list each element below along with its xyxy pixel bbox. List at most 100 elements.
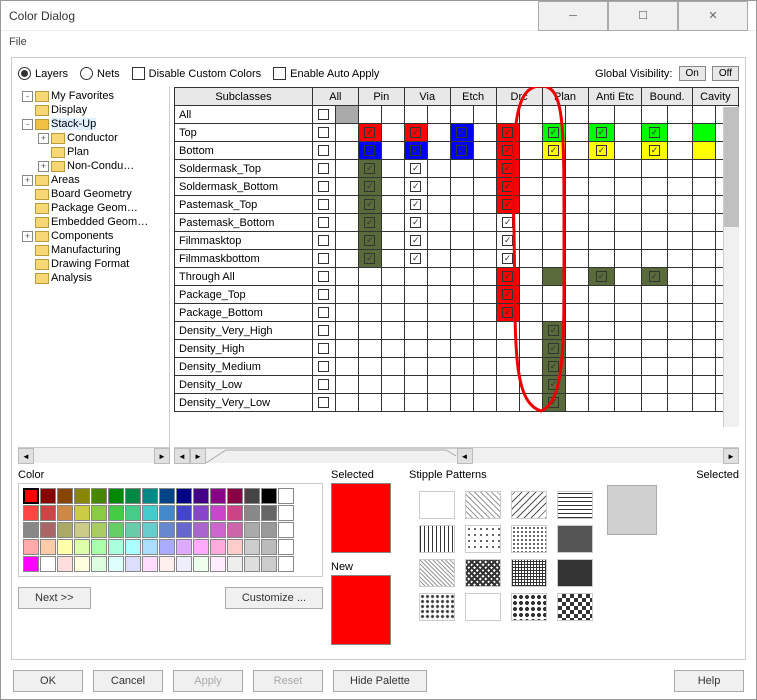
- visibility-checkbox[interactable]: [649, 271, 660, 282]
- grid-cell[interactable]: [692, 232, 715, 250]
- grid-cell[interactable]: [473, 394, 496, 412]
- grid-cell[interactable]: [473, 178, 496, 196]
- grid-cell[interactable]: [335, 340, 358, 358]
- grid-cell[interactable]: [519, 142, 542, 160]
- visibility-checkbox[interactable]: [318, 289, 329, 300]
- palette-swatch[interactable]: [125, 522, 141, 538]
- grid-cell[interactable]: [427, 340, 450, 358]
- row-label[interactable]: Pastemask_Bottom: [175, 214, 313, 232]
- visibility-checkbox[interactable]: [502, 235, 513, 246]
- grid-cell[interactable]: [335, 286, 358, 304]
- grid-cell[interactable]: [358, 178, 381, 196]
- visibility-checkbox[interactable]: [456, 127, 467, 138]
- visibility-checkbox[interactable]: [548, 379, 559, 390]
- grid-cell[interactable]: [381, 214, 404, 232]
- gv-off-button[interactable]: Off: [712, 66, 739, 81]
- grid-cell[interactable]: [427, 196, 450, 214]
- grid-cell[interactable]: [642, 268, 667, 286]
- grid-cell[interactable]: [615, 340, 642, 358]
- grid-cell[interactable]: [358, 124, 381, 142]
- palette-swatch[interactable]: [142, 522, 158, 538]
- col-header[interactable]: Bound.: [642, 88, 692, 106]
- palette-swatch[interactable]: [108, 539, 124, 555]
- row-label[interactable]: Through All: [175, 268, 313, 286]
- palette-swatch[interactable]: [278, 539, 294, 555]
- grid-cell[interactable]: [588, 268, 615, 286]
- grid-cell[interactable]: [312, 232, 335, 250]
- palette-swatch[interactable]: [278, 505, 294, 521]
- grid-cell[interactable]: [312, 250, 335, 268]
- grid-cell[interactable]: [404, 214, 427, 232]
- grid-cell[interactable]: [519, 286, 542, 304]
- grid-cell[interactable]: [473, 376, 496, 394]
- stipple-pattern[interactable]: [511, 593, 547, 621]
- grid-cell[interactable]: [615, 142, 642, 160]
- palette-swatch[interactable]: [108, 556, 124, 572]
- visibility-checkbox[interactable]: [410, 235, 421, 246]
- grid-cell[interactable]: [667, 376, 692, 394]
- visibility-checkbox[interactable]: [548, 361, 559, 372]
- grid-cell[interactable]: [335, 376, 358, 394]
- stipple-pattern[interactable]: [419, 559, 455, 587]
- grid-cell[interactable]: [692, 250, 715, 268]
- row-label[interactable]: Bottom: [175, 142, 313, 160]
- grid-cell[interactable]: [381, 358, 404, 376]
- palette-swatch[interactable]: [193, 556, 209, 572]
- grid-cell[interactable]: [450, 142, 473, 160]
- grid-cell[interactable]: [667, 340, 692, 358]
- grid-cell[interactable]: [519, 178, 542, 196]
- grid-cell[interactable]: [692, 106, 715, 124]
- col-header[interactable]: Etch: [450, 88, 496, 106]
- palette-swatch[interactable]: [244, 539, 260, 555]
- grid-cell[interactable]: [358, 358, 381, 376]
- palette-swatch[interactable]: [125, 488, 141, 504]
- grid-cell[interactable]: [335, 358, 358, 376]
- visibility-checkbox[interactable]: [410, 145, 421, 156]
- visibility-checkbox[interactable]: [596, 271, 607, 282]
- radio-layers[interactable]: Layers: [18, 67, 68, 80]
- stipple-pattern[interactable]: [511, 559, 547, 587]
- grid-cell[interactable]: [450, 286, 473, 304]
- stipple-pattern[interactable]: [465, 559, 501, 587]
- visibility-checkbox[interactable]: [318, 217, 329, 228]
- grid-cell[interactable]: [542, 358, 565, 376]
- stipple-pattern[interactable]: [419, 525, 455, 553]
- grid-cell[interactable]: [496, 124, 519, 142]
- grid-cell[interactable]: [427, 232, 450, 250]
- grid-cell[interactable]: [642, 394, 667, 412]
- grid-cell[interactable]: [473, 214, 496, 232]
- grid-cell[interactable]: [496, 286, 519, 304]
- grid-cell[interactable]: [427, 376, 450, 394]
- grid-cell[interactable]: [358, 322, 381, 340]
- visibility-checkbox[interactable]: [548, 343, 559, 354]
- grid-cell[interactable]: [692, 268, 715, 286]
- stipple-pattern[interactable]: [465, 593, 501, 621]
- palette-swatch[interactable]: [74, 488, 90, 504]
- ok-button[interactable]: OK: [13, 670, 83, 692]
- grid-cell[interactable]: [496, 358, 519, 376]
- grid-cell[interactable]: [312, 142, 335, 160]
- reset-button[interactable]: Reset: [253, 670, 323, 692]
- palette-swatch[interactable]: [57, 522, 73, 538]
- grid-cell[interactable]: [358, 304, 381, 322]
- grid-cell[interactable]: [667, 196, 692, 214]
- tree-node[interactable]: Manufacturing: [20, 243, 167, 257]
- grid-cell[interactable]: [450, 358, 473, 376]
- grid-cell[interactable]: [565, 394, 588, 412]
- grid-cell[interactable]: [542, 304, 565, 322]
- grid-cell[interactable]: [588, 304, 615, 322]
- col-header[interactable]: Via: [404, 88, 450, 106]
- palette-swatch[interactable]: [57, 488, 73, 504]
- grid-cell[interactable]: [450, 394, 473, 412]
- grid-cell[interactable]: [450, 304, 473, 322]
- grid-cell[interactable]: [692, 214, 715, 232]
- grid-cell[interactable]: [404, 322, 427, 340]
- visibility-checkbox[interactable]: [364, 199, 375, 210]
- visibility-checkbox[interactable]: [364, 127, 375, 138]
- palette-swatch[interactable]: [108, 488, 124, 504]
- row-label[interactable]: Pastemask_Top: [175, 196, 313, 214]
- grid-cell[interactable]: [542, 106, 565, 124]
- palette-swatch[interactable]: [23, 522, 39, 538]
- palette-swatch[interactable]: [261, 539, 277, 555]
- grid-cell[interactable]: [519, 160, 542, 178]
